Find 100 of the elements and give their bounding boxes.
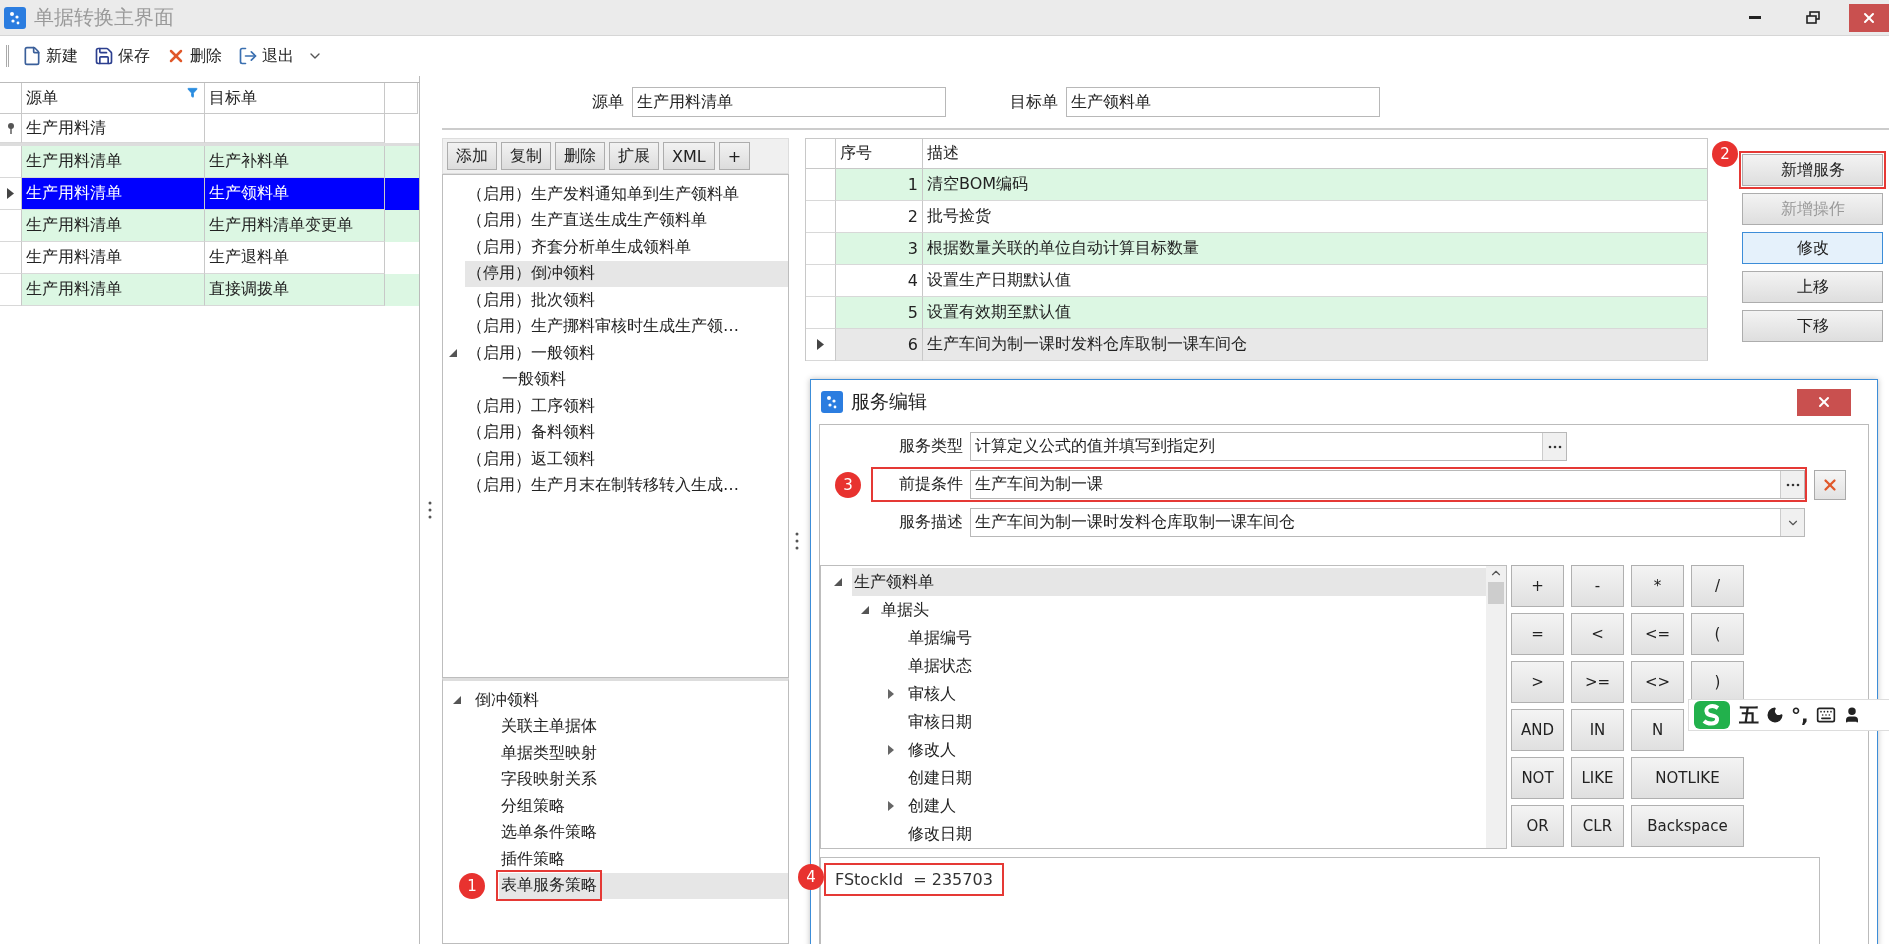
row-indicator[interactable] bbox=[0, 178, 22, 210]
table-row[interactable]: 4 设置生产日期默认值 bbox=[806, 265, 1708, 297]
splitter-grip-icon[interactable] bbox=[795, 532, 799, 550]
tree-item[interactable]: 选单条件策略 bbox=[499, 819, 788, 846]
tree-item[interactable]: （启用）工序领料 bbox=[465, 393, 788, 420]
keyboard-icon[interactable] bbox=[1815, 705, 1836, 725]
scroll-thumb[interactable] bbox=[1488, 582, 1504, 604]
operator-button[interactable]: > bbox=[1511, 661, 1564, 703]
grid-row[interactable]: 生产用料清单 生产领料单 bbox=[0, 178, 419, 210]
dropdown-button[interactable] bbox=[1780, 509, 1804, 536]
tree-item[interactable]: （启用）一般领料 bbox=[465, 340, 788, 367]
policy-button[interactable]: 删除 bbox=[555, 142, 605, 170]
tree-item[interactable]: 单据类型映射 bbox=[499, 740, 788, 767]
toolbar-button[interactable]: 退出 bbox=[235, 43, 297, 69]
tree-item[interactable]: （启用）返工领料 bbox=[465, 446, 788, 473]
clear-button[interactable] bbox=[1814, 469, 1846, 500]
tree-item[interactable]: 单据状态 bbox=[906, 652, 1486, 680]
operator-button[interactable]: OR bbox=[1511, 805, 1564, 847]
tree-item[interactable]: （停用）倒冲领料 bbox=[465, 260, 788, 287]
operator-button[interactable]: NOTLIKE bbox=[1631, 757, 1744, 799]
operator-button[interactable]: <> bbox=[1631, 661, 1684, 703]
tree-item[interactable]: （启用）生产发料通知单到生产领料单 bbox=[465, 181, 788, 208]
tree-item[interactable]: 单据编号 bbox=[906, 624, 1486, 652]
policy-button[interactable]: 扩展 bbox=[609, 142, 659, 170]
punctuation-mode-text[interactable]: °, bbox=[1791, 703, 1809, 727]
input-field[interactable]: 计算定义公式的值并填写到指定列 bbox=[970, 432, 1567, 461]
table-row[interactable]: 5 设置有效期至默认值 bbox=[806, 297, 1708, 329]
operator-button[interactable]: = bbox=[1511, 613, 1564, 655]
column-header[interactable]: 描述 bbox=[923, 139, 1708, 169]
filter-field[interactable]: 生产用料清 bbox=[22, 114, 205, 143]
column-header[interactable]: 序号 bbox=[836, 139, 923, 169]
tree-item[interactable]: 插件策略 bbox=[499, 846, 788, 873]
action-button[interactable]: 新增服务 bbox=[1742, 154, 1883, 186]
operator-button[interactable]: + bbox=[1511, 565, 1564, 607]
operator-button[interactable]: LIKE bbox=[1571, 757, 1624, 799]
tree-item[interactable]: （启用）生产挪料审核时生成生产领… bbox=[465, 313, 788, 340]
collapsed-arrow-icon[interactable] bbox=[888, 801, 894, 811]
operator-button[interactable]: AND bbox=[1511, 709, 1564, 751]
action-button[interactable]: 下移 bbox=[1742, 310, 1883, 342]
splitter-grip-icon[interactable] bbox=[428, 501, 432, 519]
policy-button[interactable]: 复制 bbox=[501, 142, 551, 170]
tree-item[interactable]: 单据头 bbox=[879, 596, 1486, 624]
tree-item[interactable]: （启用）生产直送生成生产领料单 bbox=[465, 207, 788, 234]
close-button[interactable] bbox=[1849, 3, 1889, 32]
collapsed-arrow-icon[interactable] bbox=[888, 689, 894, 699]
tree-item[interactable]: （启用）备料领料 bbox=[465, 419, 788, 446]
toolbar-button[interactable]: 新建 bbox=[19, 43, 81, 69]
tree-item[interactable]: （启用）批次领料 bbox=[465, 287, 788, 314]
policy-button[interactable]: 添加 bbox=[447, 142, 497, 170]
tree-item[interactable]: 表单服务策略 bbox=[499, 872, 788, 899]
collapsed-arrow-icon[interactable] bbox=[888, 745, 894, 755]
tree-item[interactable]: （启用）生产月末在制转移转入生成… bbox=[465, 472, 788, 499]
tree-item[interactable]: 修改日期 bbox=[906, 820, 1486, 848]
action-button[interactable]: 修改 bbox=[1742, 232, 1883, 264]
toolbar-button[interactable]: 删除 bbox=[163, 43, 225, 69]
moon-icon[interactable] bbox=[1766, 706, 1784, 724]
operator-button[interactable]: / bbox=[1691, 565, 1744, 607]
action-button[interactable]: 上移 bbox=[1742, 271, 1883, 303]
column-header[interactable]: 目标单 bbox=[205, 83, 385, 114]
operator-button[interactable]: CLR bbox=[1571, 805, 1624, 847]
input-field[interactable]: 生产领料单 bbox=[1066, 87, 1380, 117]
close-button[interactable] bbox=[1797, 388, 1851, 416]
tree-item[interactable]: 生产领料单 bbox=[852, 568, 1486, 596]
expanded-arrow-icon[interactable] bbox=[449, 349, 457, 358]
operator-button[interactable]: * bbox=[1631, 565, 1684, 607]
input-mode-text[interactable]: 五 bbox=[1739, 701, 1759, 729]
operator-button[interactable]: Backspace bbox=[1631, 805, 1744, 847]
table-row[interactable]: 6 生产车间为制一课时发料仓库取制一课车间仓 bbox=[806, 329, 1708, 361]
policy-button[interactable]: XML bbox=[663, 142, 715, 170]
tree-item[interactable]: 修改人 bbox=[906, 736, 1486, 764]
table-row[interactable]: 2 批号捡货 bbox=[806, 201, 1708, 233]
dropdown-field[interactable]: 生产车间为制一课时发料仓库取制一课车间仓 bbox=[970, 508, 1805, 537]
formula-field[interactable]: FStockId = 235703 bbox=[820, 857, 1820, 944]
grid-row[interactable]: 生产用料清单 生产用料清单变更单 bbox=[0, 210, 419, 242]
tree-item[interactable]: 关联主单据体 bbox=[499, 713, 788, 740]
filter-icon[interactable] bbox=[187, 87, 198, 98]
expanded-arrow-icon[interactable] bbox=[453, 696, 461, 705]
table-row[interactable]: 3 根据数量关联的单位自动计算目标数量 bbox=[806, 233, 1708, 265]
tree-item[interactable]: 创建日期 bbox=[906, 764, 1486, 792]
operator-button[interactable]: <= bbox=[1631, 613, 1684, 655]
ime-logo-icon[interactable] bbox=[1692, 700, 1732, 730]
policy-button[interactable]: + bbox=[718, 142, 751, 170]
toolbar-button[interactable]: 保存 bbox=[91, 43, 153, 69]
tree-item[interactable]: 审核人 bbox=[906, 680, 1486, 708]
tree-item[interactable]: 分组策略 bbox=[499, 793, 788, 820]
input-field[interactable]: 生产车间为制一课 bbox=[970, 470, 1805, 499]
operator-button[interactable]: < bbox=[1571, 613, 1624, 655]
expanded-arrow-icon[interactable] bbox=[861, 606, 869, 614]
filter-field[interactable] bbox=[205, 114, 385, 143]
tree-item[interactable]: （启用）齐套分析单生成领料单 bbox=[465, 234, 788, 261]
table-row[interactable]: 1 清空BOM编码 bbox=[806, 169, 1708, 201]
input-field[interactable]: 生产用料清单 bbox=[632, 87, 946, 117]
operator-button[interactable]: >= bbox=[1571, 661, 1624, 703]
scrollbar[interactable] bbox=[1486, 566, 1506, 848]
column-header[interactable]: 源单 bbox=[22, 83, 205, 114]
operator-button[interactable]: IN bbox=[1571, 709, 1624, 751]
tree-item[interactable]: 创建人 bbox=[906, 792, 1486, 820]
tree-item[interactable]: 一般领料 bbox=[500, 366, 788, 393]
operator-button[interactable]: ( bbox=[1691, 613, 1744, 655]
expanded-arrow-icon[interactable] bbox=[834, 578, 842, 586]
